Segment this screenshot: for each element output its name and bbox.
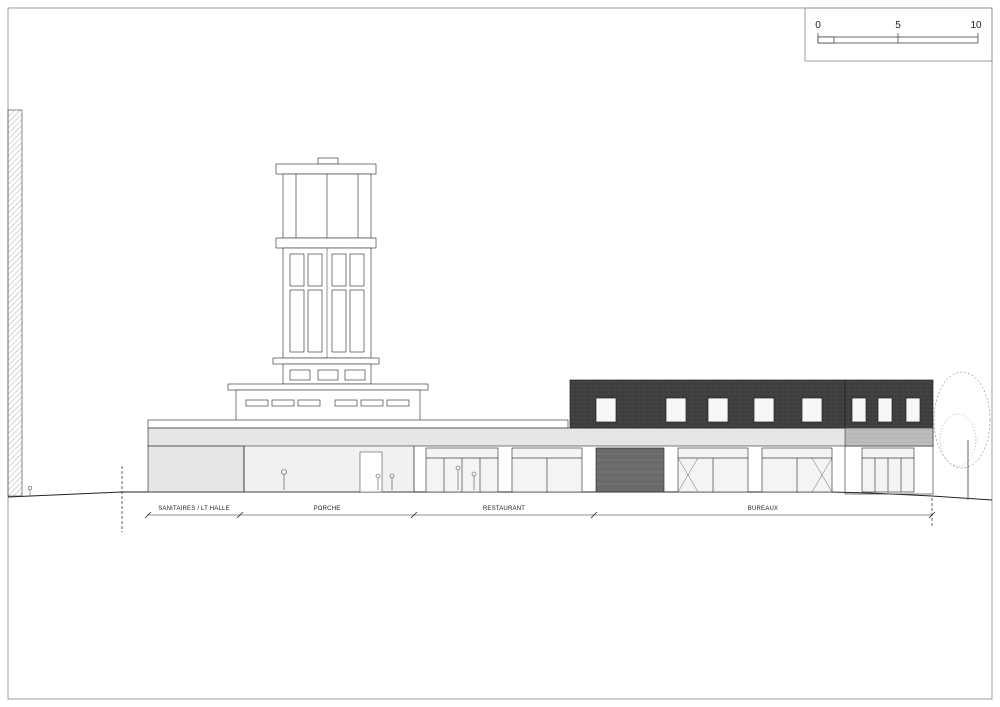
- scale-bar: 0 5 10: [804, 7, 993, 62]
- zone-label: PORCHE: [314, 506, 341, 512]
- scale-bar-segment: [817, 36, 835, 44]
- office-window: [801, 397, 823, 423]
- sheet-frame: [7, 7, 993, 700]
- zone-label: BUREAUX: [748, 506, 778, 512]
- office-window: [851, 397, 867, 423]
- office-window: [877, 397, 893, 423]
- zone-label: SANITAIRES / LT HALLE: [158, 506, 230, 512]
- office-window: [595, 397, 617, 423]
- office-window: [905, 397, 921, 423]
- scale-tick-label: 10: [970, 20, 982, 31]
- porche-door: [359, 451, 383, 493]
- roof-parapet: [147, 419, 569, 429]
- scale-bar-box: [804, 7, 993, 62]
- office-window: [665, 397, 687, 423]
- ground-line: [7, 491, 993, 501]
- neighbour-building-wall: [7, 109, 23, 497]
- fascia-band: [147, 427, 934, 447]
- porche-screen: [243, 445, 415, 493]
- restaurant-glazing: [425, 447, 583, 493]
- sanitaires-cladding: [147, 445, 245, 493]
- office-window: [707, 397, 729, 423]
- scale-tick-label: 0: [815, 20, 821, 31]
- office-window: [753, 397, 775, 423]
- light-brick-band: [844, 427, 934, 447]
- water-tower: [227, 157, 429, 427]
- zone-label: RESTAURANT: [483, 506, 525, 512]
- scale-tick-label: 5: [895, 20, 901, 31]
- elevation-drawing-sheet: 0 5 10 SANITAIRES / LT HALLE PORCHE REST…: [7, 7, 993, 700]
- bureaux-glazing: [677, 447, 915, 493]
- garage-door: [595, 447, 665, 493]
- tree: [933, 371, 991, 500]
- main-building: [147, 419, 934, 495]
